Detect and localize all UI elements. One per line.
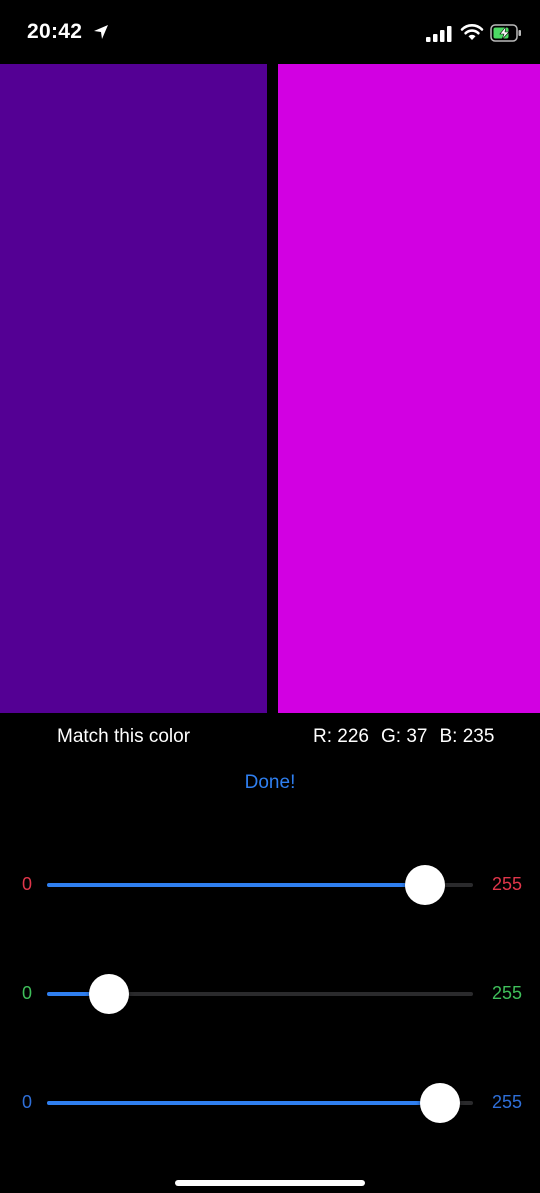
green-readout: G: 37 [380,726,428,747]
green-slider-max: 255 [491,983,522,1003]
target-label: Match this color [57,726,191,747]
blue-slider[interactable] [47,1083,473,1123]
blue-slider-fill [47,1101,440,1105]
done-button-label: Done! [244,772,296,793]
red-slider-min: 0 [22,874,33,894]
red-slider-thumb[interactable] [404,865,445,905]
blue-slider-max: 255 [491,1092,522,1112]
target-color-swatch [0,64,267,713]
red-slider[interactable] [47,865,473,905]
red-slider-fill [47,883,425,887]
red-readout: R: 226 [313,726,369,747]
guess-color-swatch [278,64,540,713]
signal-icon [426,26,452,42]
blue-slider-row: 0 255 [0,1082,540,1123]
red-slider-row: 0 255 [0,864,540,905]
blue-readout: B: 235 [439,726,495,747]
done-button[interactable]: Done! [0,772,540,794]
green-slider-min: 0 [22,983,33,1003]
blue-slider-min: 0 [22,1092,33,1112]
green-slider[interactable] [47,974,473,1014]
green-slider-thumb[interactable] [88,974,129,1014]
location-arrow-icon [94,25,108,39]
green-slider-row: 0 255 [0,973,540,1014]
home-indicator [175,1180,365,1186]
red-slider-max: 255 [491,874,522,894]
status-time: 20:42 [27,20,83,43]
blue-slider-thumb[interactable] [419,1083,460,1123]
battery-charging-icon [490,24,521,42]
rgb-readout: R: 226 G: 37 B: 235 [313,726,494,748]
status-bar: 20:42 [0,0,540,62]
wifi-icon [460,24,484,40]
